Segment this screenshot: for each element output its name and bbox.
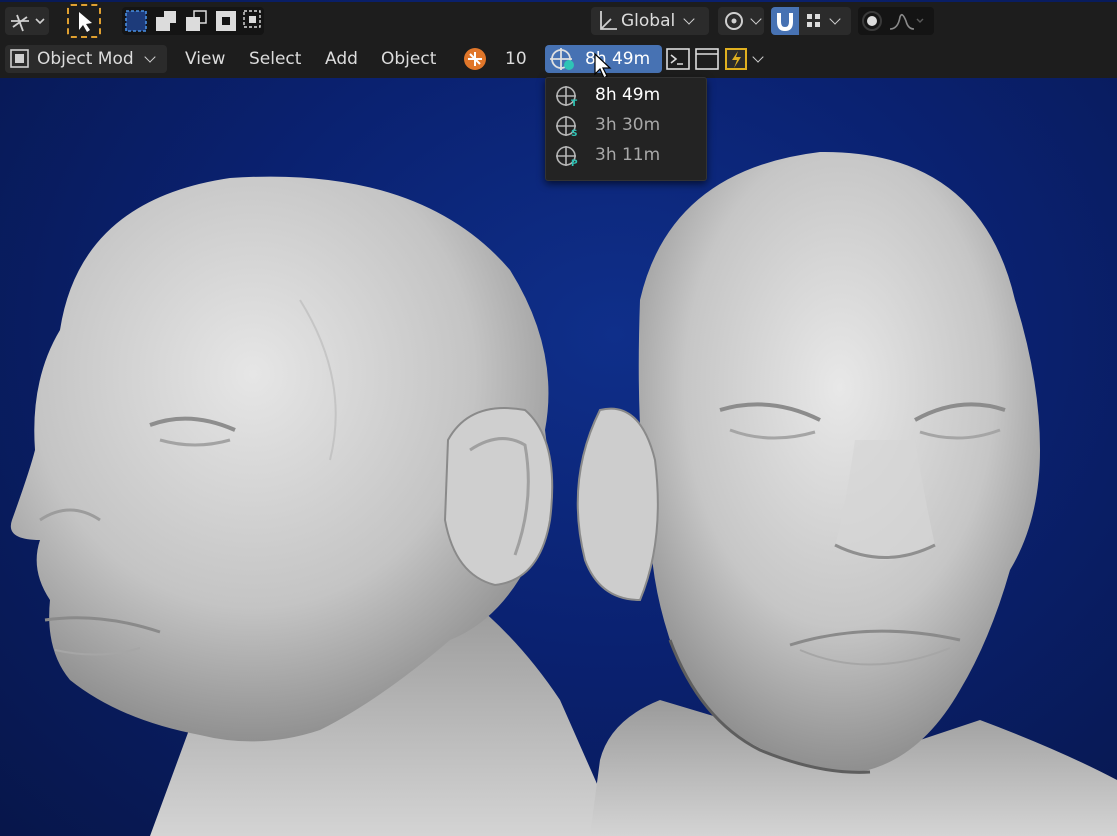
pivot-link-icon xyxy=(725,12,743,30)
badge-letter: T xyxy=(571,99,578,108)
proportional-edit-icon[interactable] xyxy=(858,7,886,35)
dropdown-item-project[interactable]: P 3h 11m xyxy=(546,141,706,169)
time-tracker-dropdown: T 8h 49m S 3h 30m P 3h 11m xyxy=(545,77,707,181)
pivot-point-dropdown[interactable] xyxy=(718,7,764,35)
menu-view-label: View xyxy=(185,49,226,69)
chevron-down-icon[interactable] xyxy=(752,50,764,63)
proportional-editing-group xyxy=(858,7,934,35)
console-icon[interactable] xyxy=(664,45,692,73)
chevron-down-icon xyxy=(829,12,841,25)
falloff-curve-icon[interactable] xyxy=(886,7,926,35)
mode-label: Object Mod xyxy=(37,49,134,69)
timer-project-icon: P xyxy=(556,146,578,168)
selection-mode-group xyxy=(122,7,264,35)
badge-letter: P xyxy=(571,159,578,168)
menu-add-label: Add xyxy=(325,49,358,69)
chevron-down-icon xyxy=(750,12,762,25)
orientation-label: Global xyxy=(621,11,676,31)
orientation-dropdown[interactable]: Global xyxy=(591,7,709,35)
dropdown-item-session[interactable]: S 3h 30m xyxy=(546,111,706,139)
addon-count: 10 xyxy=(505,49,527,69)
magnet-icon xyxy=(777,13,793,32)
select-tool-button[interactable] xyxy=(67,4,101,38)
utility-buttons xyxy=(664,45,770,73)
dropdown-item-label: 8h 49m xyxy=(595,85,661,105)
window-icon[interactable] xyxy=(692,45,722,73)
mode-dropdown[interactable]: Object Mod xyxy=(5,45,167,73)
menu-object[interactable]: Object xyxy=(381,45,436,73)
right-head-model[interactable] xyxy=(576,151,1117,836)
chevron-down-icon xyxy=(683,12,695,25)
addon-counter[interactable]: 10 xyxy=(462,45,527,73)
badge-letter: S xyxy=(571,129,577,138)
dropdown-item-label: 3h 30m xyxy=(595,115,661,135)
dropdown-item-total[interactable]: T 8h 49m xyxy=(546,81,706,109)
dropdown-item-label: 3h 11m xyxy=(595,145,661,165)
menu-add[interactable]: Add xyxy=(325,45,358,73)
tool-header: Global xyxy=(0,2,1117,40)
transform-pivot-button[interactable] xyxy=(5,7,49,35)
timer-session-icon: S xyxy=(556,116,577,138)
axis-orientation-icon xyxy=(600,11,617,30)
addon-badge-icon xyxy=(464,48,486,70)
menu-view[interactable]: View xyxy=(185,45,225,73)
chevron-down-icon xyxy=(143,50,156,63)
menu-select-label: Select xyxy=(249,49,302,69)
viewport-header: Object Mod View Select Add Object 10 8h … xyxy=(0,40,1117,79)
render-bolt-icon[interactable] xyxy=(722,45,752,73)
gizmo-icon xyxy=(11,14,45,32)
left-head-model[interactable] xyxy=(10,176,620,836)
object-mode-icon xyxy=(10,49,29,68)
menu-select[interactable]: Select xyxy=(249,45,301,73)
menu-object-label: Object xyxy=(381,49,437,69)
cursor-arrow-icon xyxy=(79,12,92,32)
selection-modes-icons xyxy=(125,10,261,32)
timer-crosshair-icon xyxy=(550,48,574,70)
timer-total-icon: T xyxy=(556,86,578,108)
snapping-group xyxy=(771,7,851,35)
snap-toggle[interactable] xyxy=(771,7,799,35)
snap-grid-icon[interactable] xyxy=(799,7,827,35)
